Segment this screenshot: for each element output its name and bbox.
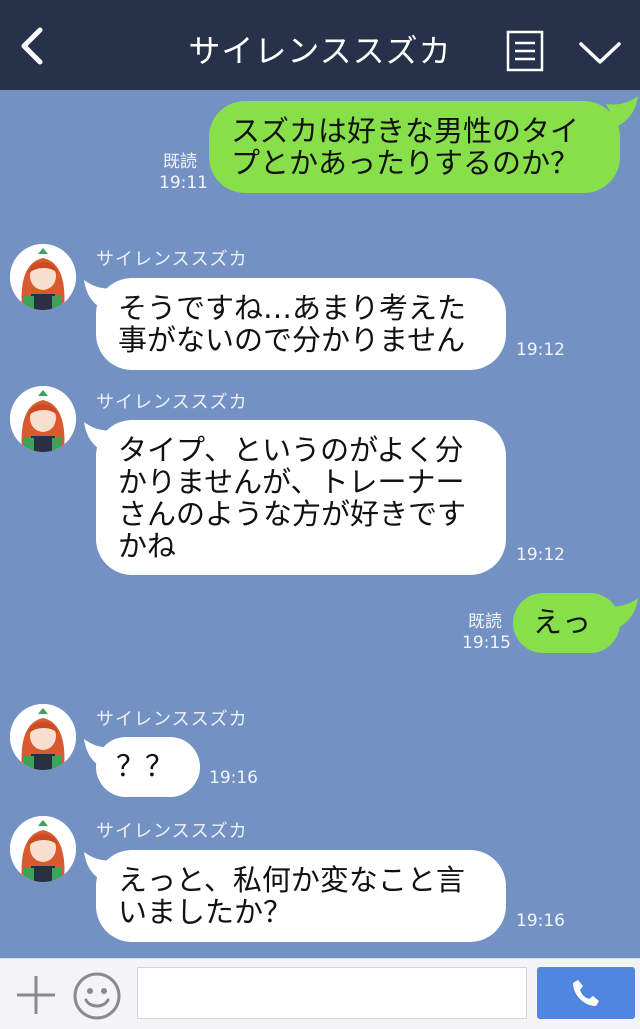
read-label: 既読 (163, 152, 197, 172)
avatar[interactable] (10, 386, 76, 452)
sender-name: サイレンススズカ (96, 709, 248, 730)
message-text: えっと、私何か変なこと言いましたか？ (118, 863, 465, 929)
chevron-down-icon[interactable] (578, 36, 622, 70)
incoming-message[interactable]: えっと、私何か変なこと言いましたか？ (96, 850, 506, 942)
message-input[interactable] (137, 967, 527, 1019)
message-input-bar (0, 958, 640, 1029)
menu-icon[interactable] (506, 30, 544, 72)
avatar-image-icon (10, 244, 76, 310)
message-time: 19:12 (516, 340, 565, 360)
bubble-tail (606, 598, 638, 628)
avatar[interactable] (10, 816, 76, 882)
avatar-image-icon (10, 386, 76, 452)
message-time: 19:15 (462, 633, 511, 653)
incoming-message[interactable]: そうですね…あまり考えた事がないので分かりません (96, 278, 506, 370)
incoming-message[interactable]: タイプ、というのがよく分かりませんが、トレーナーさんのような方が好きですかね (96, 420, 506, 575)
message-time: 19:11 (159, 173, 208, 193)
message-text: そうですね…あまり考えた事がないので分かりません (118, 291, 467, 357)
sender-name: サイレンススズカ (96, 392, 248, 413)
bubble-tail (606, 96, 638, 126)
outgoing-message[interactable]: えっ (513, 593, 620, 653)
avatar-image-icon (10, 704, 76, 770)
sender-name: サイレンススズカ (96, 821, 248, 842)
avatar[interactable] (10, 244, 76, 310)
chat-title: サイレンススズカ (188, 32, 452, 70)
avatar[interactable] (10, 704, 76, 770)
plus-icon[interactable] (14, 973, 58, 1017)
outgoing-message[interactable]: スズカは好きな男性のタイプとかあったりするのか？ (209, 101, 620, 193)
emoji-icon[interactable] (72, 971, 122, 1021)
message-text: ？？ (116, 749, 175, 783)
sender-name: サイレンススズカ (96, 249, 248, 270)
message-text: タイプ、というのがよく分かりませんが、トレーナーさんのような方が好きですかね (118, 433, 467, 563)
read-receipt: 既読 19:15 (462, 612, 511, 654)
message-time: 19:12 (516, 545, 565, 565)
chat-header: サイレンススズカ (0, 0, 640, 90)
message-text: えっ (533, 605, 592, 639)
message-time: 19:16 (516, 911, 565, 931)
phone-icon (573, 980, 599, 1006)
avatar-image-icon (10, 816, 76, 882)
message-time: 19:16 (209, 768, 258, 788)
message-text: スズカは好きな男性のタイプとかあったりするのか？ (231, 114, 580, 180)
call-button[interactable] (537, 967, 635, 1019)
incoming-message[interactable]: ？？ (96, 737, 200, 797)
read-label: 既読 (468, 612, 502, 632)
read-receipt: 既読 19:11 (159, 152, 208, 194)
